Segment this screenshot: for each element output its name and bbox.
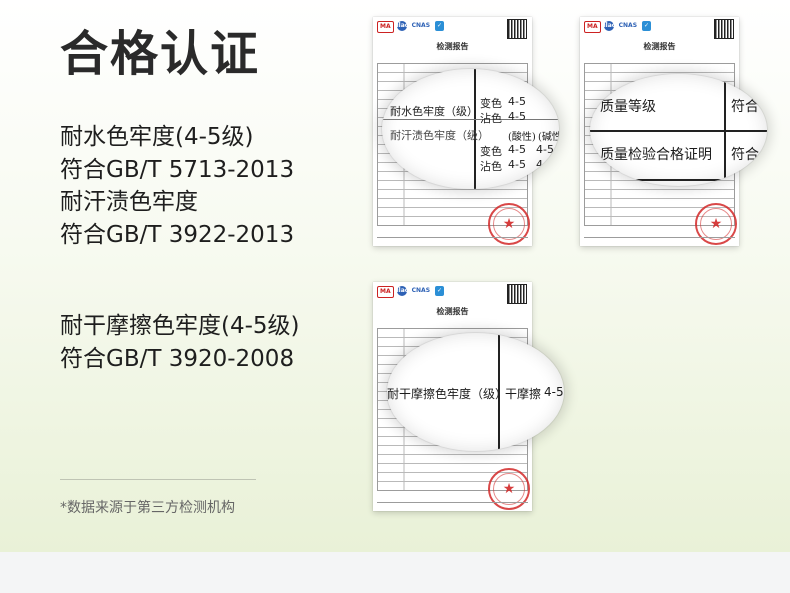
claim-block-rubbing: 耐干摩擦色牢度(4-5级) 符合GB/T 3920-2008 [60, 310, 300, 375]
lens-row-label: 耐水色牢度（级） [390, 105, 478, 118]
certification-panel: 合格认证 耐水色牢度(4-5级) 符合GB/T 5713-2013 耐汗渍色牢度… [0, 0, 790, 552]
report-heading: 检测报告 [436, 306, 469, 316]
cnas-logo: CNAS [618, 22, 638, 29]
magnifier-lens-rubbing: 耐干摩擦色牢度（级） 干摩擦 4-5 [387, 333, 564, 451]
ilac-logo: ilac [603, 21, 616, 31]
official-seal-icon: ★ [695, 203, 737, 245]
source-footnote: *数据来源于第三方检测机构 [60, 500, 235, 516]
claim-line: 符合GB/T 3922-2013 [60, 221, 295, 248]
report-heading: 检测报告 [643, 41, 676, 51]
cma-logo: MA [377, 286, 394, 298]
claim-line: 符合GB/T 3920-2008 [60, 345, 295, 372]
official-seal-icon: ★ [488, 468, 530, 510]
certification-logos: MA ilac CNAS ✓ [584, 21, 652, 33]
claim-line: 耐水色牢度(4-5级) [60, 124, 254, 150]
magnifier-lens-water-sweat: 耐水色牢度（级） 变色 4-5 沾色 4-5 耐汗渍色牢度（级） (酸性) (碱… [382, 69, 559, 189]
qr-code-icon [507, 284, 527, 304]
ilac-logo: ilac [396, 286, 409, 296]
ilac-logo: ilac [396, 21, 409, 31]
cnas-logo: CNAS [411, 22, 431, 29]
cma-logo: MA [584, 21, 601, 33]
claim-block-water-sweat: 耐水色牢度(4-5级) 符合GB/T 5713-2013 耐汗渍色牢度 符合GB… [60, 121, 294, 251]
shield-icon: ✓ [642, 21, 652, 31]
claim-line: 符合GB/T 5713-2013 [60, 156, 295, 183]
report-heading: 检测报告 [436, 41, 469, 51]
lens-row-label: 耐汗渍色牢度（级） [390, 129, 489, 142]
shield-icon: ✓ [435, 286, 445, 296]
cnas-logo: CNAS [411, 287, 431, 294]
cma-logo: MA [377, 21, 394, 33]
claim-line: 耐干摩擦色牢度(4-5级) [60, 313, 300, 339]
shield-icon: ✓ [435, 21, 445, 31]
page-title: 合格认证 [60, 26, 261, 82]
qr-code-icon [714, 19, 734, 39]
qr-code-icon [507, 19, 527, 39]
lens-row-label: 质量等级 [600, 99, 656, 115]
certification-logos: MA ilac CNAS ✓ [377, 21, 445, 33]
official-seal-icon: ★ [488, 203, 530, 245]
lens-row-label: 耐干摩擦色牢度（级） [387, 387, 508, 401]
divider [60, 479, 256, 480]
lens-row-label: 质量检验合格证明 [600, 147, 712, 163]
magnifier-lens-quality: 质量等级 符合 质量检验合格证明 符合 [590, 74, 767, 186]
certification-logos: MA ilac CNAS ✓ [377, 286, 445, 298]
claim-line: 耐汗渍色牢度 [60, 189, 198, 215]
